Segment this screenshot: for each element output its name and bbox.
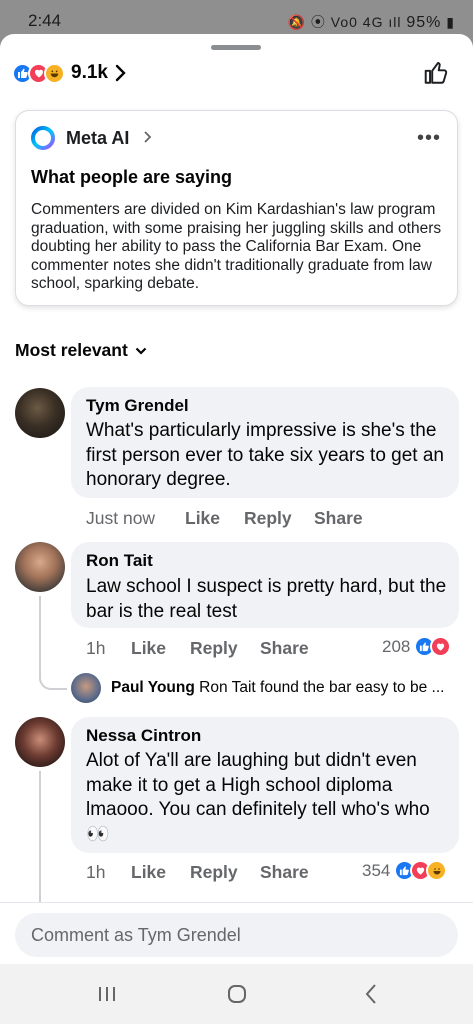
chevron-down-icon — [135, 347, 147, 355]
status-indicators: 🔕 ⦿ Vo0 4G ıll — [287, 14, 402, 30]
comment-reaction-count: 354 — [362, 860, 391, 880]
haha-reaction-icon — [44, 62, 65, 84]
comment-like-button[interactable]: Like — [131, 862, 190, 883]
sheet-drag-handle[interactable] — [211, 45, 261, 50]
comment-reply-button[interactable]: Reply — [190, 638, 260, 659]
reply-author: Paul Young — [111, 679, 195, 696]
comment-timestamp: 1h — [86, 862, 106, 882]
like-post-button[interactable] — [421, 58, 451, 88]
comment-text: Alot of Ya'll are laughing but didn't ev… — [86, 750, 430, 845]
back-chevron-icon — [365, 984, 376, 1004]
comment-text: Law school I suspect is pretty hard, but… — [86, 576, 447, 622]
comment-reaction-count: 208 — [382, 636, 411, 656]
post-reactions-summary[interactable]: 9.1k — [12, 60, 126, 86]
love-reaction-icon — [430, 636, 452, 657]
comment-author[interactable]: Nessa Cintron — [86, 726, 201, 746]
reply-thread-line — [39, 771, 41, 906]
status-time: 2:44 — [28, 11, 62, 30]
chevron-right-icon — [143, 130, 153, 149]
comment-input[interactable] — [15, 913, 458, 957]
comment-share-button[interactable]: Share — [314, 508, 363, 529]
haha-reaction-icon — [426, 860, 448, 881]
chevron-right-icon — [114, 64, 126, 82]
battery-icon: ▮ — [446, 14, 455, 30]
comment-reactions[interactable]: 208 — [382, 636, 452, 657]
comments-sheet: 9.1k Meta AI ••• What people are saying … — [0, 34, 473, 964]
comment-like-button[interactable]: Like — [185, 508, 244, 529]
battery-level: 95% — [406, 14, 442, 31]
reply-thread-line — [39, 596, 41, 656]
home-button[interactable] — [222, 982, 252, 1006]
system-navigation-bar — [0, 964, 473, 1024]
comment-actions: Just now Like Reply Share — [86, 508, 363, 529]
recent-apps-icon — [99, 987, 115, 1001]
sort-label: Most relevant — [15, 340, 128, 360]
meta-ai-label[interactable]: Meta AI — [66, 128, 129, 149]
meta-ai-summary-card[interactable]: Meta AI ••• What people are saying Comme… — [15, 110, 458, 306]
meta-ai-logo-icon — [30, 125, 56, 151]
comment-share-button[interactable]: Share — [260, 638, 309, 659]
home-icon — [228, 985, 246, 1003]
back-button[interactable] — [356, 982, 386, 1006]
thumbs-up-icon — [424, 62, 448, 84]
comment-reply-button[interactable]: Reply — [190, 862, 260, 883]
reply-thread-curve — [39, 654, 67, 690]
comment-share-button[interactable]: Share — [260, 862, 309, 883]
comment-like-button[interactable]: Like — [131, 638, 190, 659]
comment-text: What's particularly impressive is she's … — [86, 420, 445, 490]
comment-reply-button[interactable]: Reply — [244, 508, 314, 529]
comment-author[interactable]: Ron Tait — [86, 551, 153, 571]
reply-preview[interactable]: Paul Young Ron Tait found the bar easy t… — [111, 679, 444, 697]
reaction-count: 9.1k — [71, 62, 108, 83]
avatar[interactable] — [15, 388, 65, 438]
avatar[interactable] — [15, 542, 65, 592]
summary-text: Commenters are divided on Kim Kardashian… — [31, 201, 442, 292]
sort-dropdown[interactable]: Most relevant — [15, 340, 147, 361]
comment-author[interactable]: Tym Grendel — [86, 396, 189, 416]
comment-actions: 1h Like Reply Share — [86, 862, 309, 883]
comment-timestamp: 1h — [86, 638, 106, 658]
summary-heading: What people are saying — [31, 167, 233, 187]
comment-actions: 1h Like Reply Share — [86, 638, 309, 659]
comment-composer — [0, 902, 473, 964]
recent-apps-button[interactable] — [92, 982, 122, 1006]
comment-reactions[interactable]: 354 — [362, 860, 448, 881]
status-icons: 🔕 ⦿ Vo0 4G ıll 95% ▮ — [288, 12, 455, 32]
avatar[interactable] — [71, 673, 101, 703]
reply-snippet: Ron Tait found the bar easy to be ... — [199, 679, 445, 696]
avatar[interactable] — [15, 717, 65, 767]
comment-timestamp: Just now — [86, 508, 156, 528]
more-options-icon[interactable]: ••• — [417, 127, 441, 150]
